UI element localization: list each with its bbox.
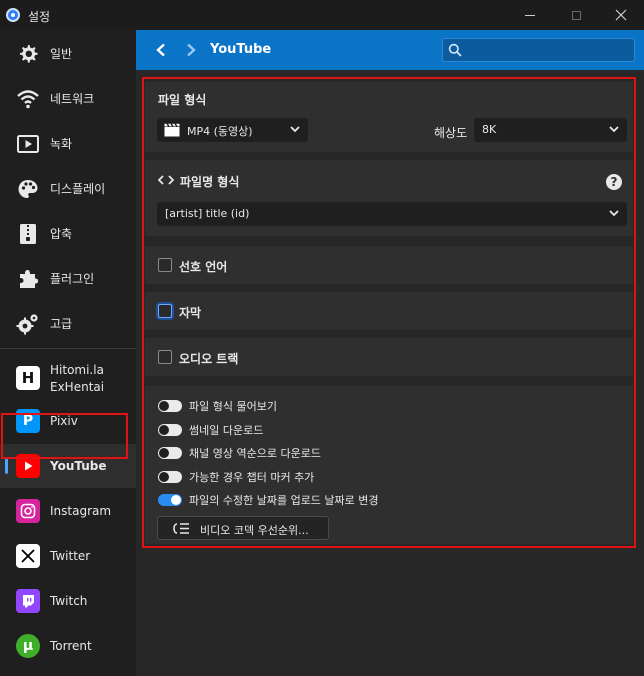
sidebar-item-instagram[interactable]: Instagram	[0, 489, 136, 533]
sidebar-item-label-2: ExHentai	[50, 380, 105, 394]
sidebar-item-display[interactable]: 디스플레이	[0, 167, 136, 211]
twitch-logo	[16, 589, 40, 613]
minimize-icon	[525, 14, 535, 16]
sidebar-item-plugins[interactable]: 플러그인	[0, 257, 136, 301]
page-header: YouTube	[136, 30, 644, 70]
sidebar-item-label: 플러그인	[50, 272, 95, 286]
app-icon	[6, 8, 20, 22]
x-logo-icon	[16, 544, 40, 568]
palette-icon	[16, 177, 40, 201]
hitomi-logo-icon: H	[16, 366, 40, 390]
title-bar: 설정	[0, 0, 644, 30]
zip-icon	[16, 222, 40, 246]
sidebar-item-label: 녹화	[50, 137, 73, 151]
sidebar-item-recording[interactable]: 녹화	[0, 122, 136, 166]
twitch-logo-icon	[16, 589, 40, 613]
maximize-icon	[571, 10, 581, 20]
sidebar-item-label: Instagram	[50, 504, 112, 518]
sidebar-item-compression[interactable]: 압축	[0, 212, 136, 256]
sidebar-item-label: 일반	[50, 47, 73, 61]
utorrent-logo-icon: µ	[16, 634, 40, 658]
forward-button[interactable]	[180, 38, 202, 62]
sidebar-item-label: Hitomi.la	[50, 363, 104, 377]
instagram-logo-icon	[16, 499, 40, 523]
sidebar-item-label: Twitter	[50, 549, 91, 563]
puzzle-icon	[16, 267, 40, 291]
sidebar-item-torrent[interactable]: µ Torrent	[0, 624, 136, 668]
highlight-box-sidebar	[1, 413, 128, 459]
sidebar-item-label: 네트워크	[50, 92, 95, 106]
highlight-box-content	[142, 77, 636, 548]
chevron-left-icon	[156, 43, 165, 57]
close-button[interactable]	[598, 0, 644, 30]
sidebar-item-hitomi[interactable]: H Hitomi.la ExHentai	[0, 355, 136, 401]
maximize-button[interactable]	[553, 0, 599, 30]
play-icon	[16, 132, 40, 156]
sidebar-item-label: YouTube	[50, 459, 107, 473]
sidebar-divider	[0, 348, 136, 349]
sidebar-item-label: 압축	[50, 227, 73, 241]
sidebar-item-twitch[interactable]: Twitch	[0, 579, 136, 623]
sidebar-item-label: Twitch	[50, 594, 88, 608]
x-logo	[16, 544, 40, 568]
search-input[interactable]	[442, 38, 635, 62]
chevron-right-icon	[187, 43, 196, 57]
sidebar-item-twitter[interactable]: Twitter	[0, 534, 136, 578]
sidebar-item-label: 고급	[50, 317, 73, 331]
gear-icon	[16, 42, 40, 66]
active-indicator	[5, 458, 8, 474]
sidebar-item-advanced[interactable]: 고급	[0, 302, 136, 346]
sidebar: 일반 네트워크 녹화 디스플레이 압축 플러그인 고급 H Hitomi.la …	[0, 30, 136, 676]
gears-icon	[16, 312, 40, 336]
utorrent-logo: µ	[16, 634, 40, 658]
back-button[interactable]	[150, 38, 172, 62]
close-icon	[615, 9, 627, 21]
search-icon	[448, 43, 462, 57]
sidebar-item-general[interactable]: 일반	[0, 32, 136, 76]
hitomi-logo: H	[16, 366, 40, 390]
instagram-logo	[16, 499, 40, 523]
sidebar-item-label: 디스플레이	[50, 182, 106, 196]
sidebar-item-label: Torrent	[50, 639, 92, 653]
wifi-icon	[16, 87, 40, 111]
minimize-button[interactable]	[507, 0, 553, 30]
window-title: 설정	[28, 10, 51, 24]
page-title: YouTube	[210, 42, 272, 57]
sidebar-item-network[interactable]: 네트워크	[0, 77, 136, 121]
